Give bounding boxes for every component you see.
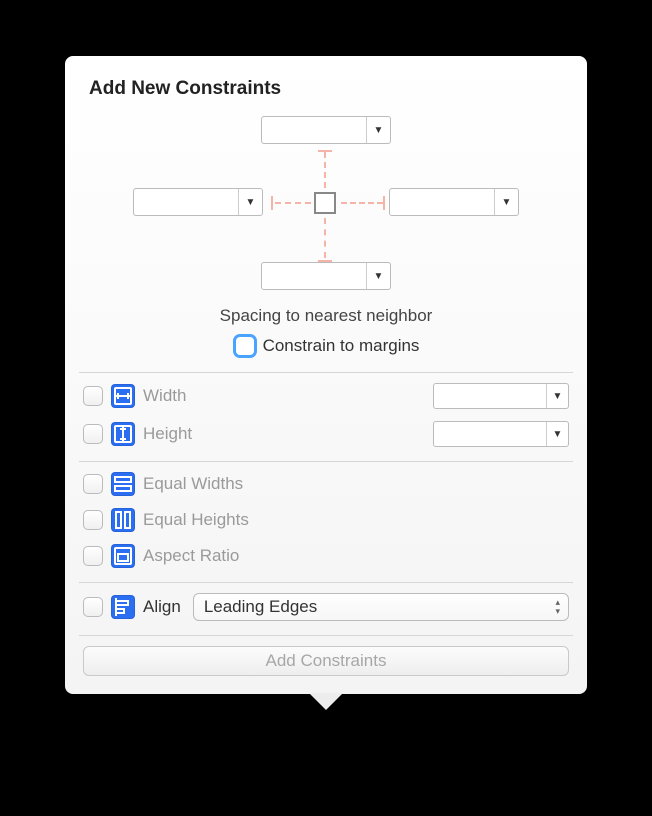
chevron-down-icon: ▼	[546, 422, 568, 446]
spacing-strut-right[interactable]	[341, 202, 383, 204]
add-constraints-button[interactable]: Add Constraints	[83, 646, 569, 676]
aspect-ratio-checkbox[interactable]	[83, 546, 103, 566]
equal-heights-label: Equal Heights	[143, 510, 249, 530]
spacing-bottom-field[interactable]: ▼	[261, 262, 391, 290]
spacing-strut-left[interactable]	[275, 202, 311, 204]
height-label: Height	[143, 424, 192, 444]
strut-cap	[383, 196, 385, 210]
constrain-margins-label: Constrain to margins	[263, 336, 420, 356]
equal-widths-checkbox[interactable]	[83, 474, 103, 494]
width-field[interactable]: ▼	[433, 383, 569, 409]
spacing-diagram: ▼ ▼ ▼ ▼	[65, 110, 587, 310]
aspect-ratio-label: Aspect Ratio	[143, 546, 239, 566]
width-row: Width ▼	[65, 377, 587, 415]
add-constraints-label: Add Constraints	[266, 651, 387, 671]
width-icon	[111, 384, 135, 408]
align-icon	[111, 595, 135, 619]
chevron-down-icon: ▼	[238, 189, 262, 215]
align-select[interactable]: Leading Edges ▴▾	[193, 593, 569, 621]
strut-cap	[318, 260, 332, 262]
align-selected-value: Leading Edges	[204, 597, 317, 617]
spacing-top-field[interactable]: ▼	[261, 116, 391, 144]
spacing-left-field[interactable]: ▼	[133, 188, 263, 216]
chevron-down-icon: ▼	[366, 263, 390, 289]
spacing-strut-bottom[interactable]	[324, 218, 326, 258]
align-label: Align	[143, 597, 181, 617]
width-checkbox[interactable]	[83, 386, 103, 406]
strut-cap	[271, 196, 273, 210]
width-label: Width	[143, 386, 186, 406]
aspect-ratio-icon	[111, 544, 135, 568]
spacing-right-field[interactable]: ▼	[389, 188, 519, 216]
chevron-down-icon: ▼	[546, 384, 568, 408]
divider	[79, 372, 573, 373]
constrain-margins-checkbox[interactable]	[233, 334, 257, 358]
height-checkbox[interactable]	[83, 424, 103, 444]
height-row: Height ▼	[65, 415, 587, 453]
strut-cap	[318, 150, 332, 152]
stepper-icon: ▴▾	[555, 598, 560, 616]
equal-widths-icon	[111, 472, 135, 496]
equal-widths-label: Equal Widths	[143, 474, 243, 494]
equal-widths-row: Equal Widths	[65, 466, 587, 502]
equal-heights-row: Equal Heights	[65, 502, 587, 538]
height-field[interactable]: ▼	[433, 421, 569, 447]
constrain-margins-row: Constrain to margins	[65, 326, 587, 372]
chevron-down-icon: ▼	[494, 189, 518, 215]
divider	[79, 582, 573, 583]
divider	[79, 461, 573, 462]
align-row: Align Leading Edges ▴▾	[65, 587, 587, 627]
divider	[79, 635, 573, 636]
spacing-strut-top[interactable]	[324, 152, 326, 188]
popover-title: Add New Constraints	[65, 56, 587, 110]
equal-heights-icon	[111, 508, 135, 532]
constraints-popover: Add New Constraints ▼ ▼ ▼ ▼ Spacing to n…	[65, 56, 587, 694]
chevron-down-icon: ▼	[366, 117, 390, 143]
aspect-ratio-row: Aspect Ratio	[65, 538, 587, 574]
height-icon	[111, 422, 135, 446]
center-view-icon	[314, 192, 336, 214]
equal-heights-checkbox[interactable]	[83, 510, 103, 530]
align-checkbox[interactable]	[83, 597, 103, 617]
